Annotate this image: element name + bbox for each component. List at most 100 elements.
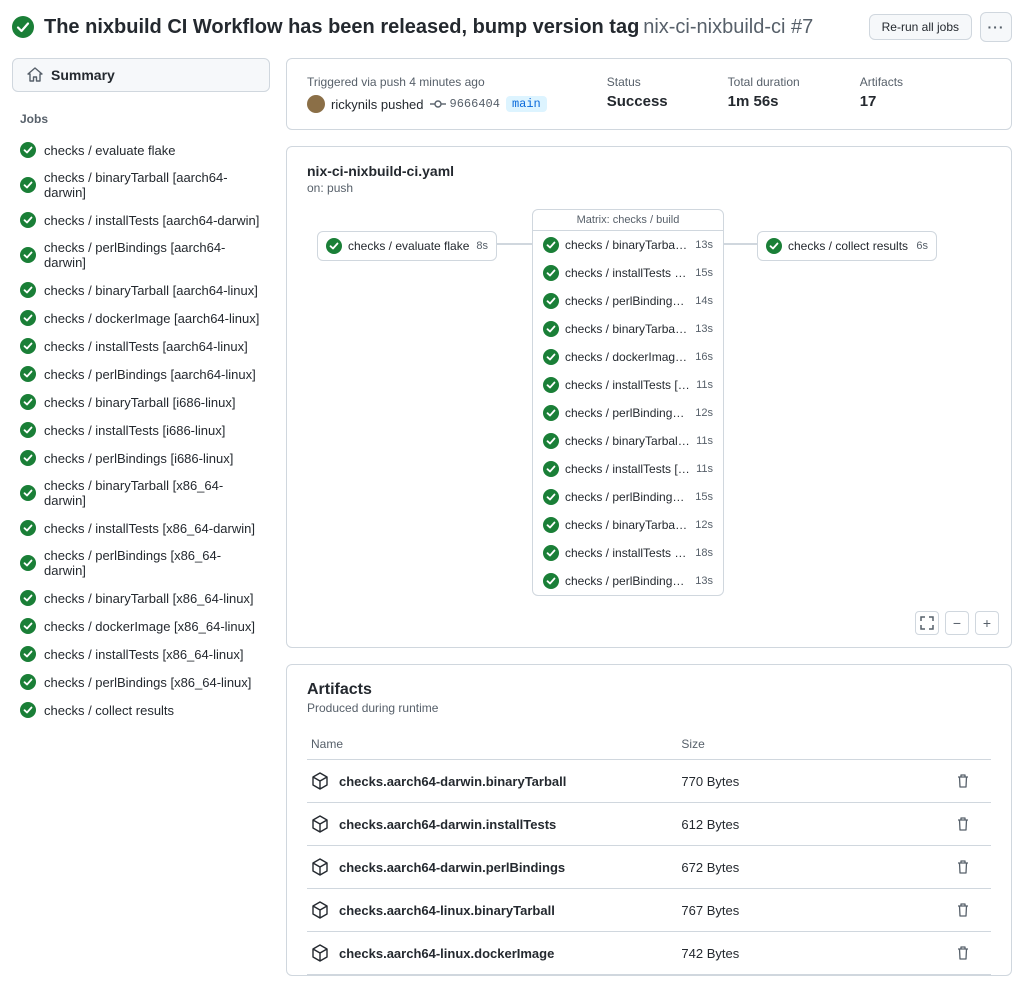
delete-artifact-button[interactable] — [955, 902, 987, 918]
success-icon — [20, 142, 36, 158]
matrix-job-time: 18s — [695, 547, 713, 559]
artifact-link[interactable]: checks.aarch64-linux.binaryTarball — [311, 901, 673, 919]
matrix-job-row[interactable]: checks / installTests [x86_6…18s — [533, 539, 723, 567]
sidebar-job-item[interactable]: checks / perlBindings [x86_64-linux] — [12, 668, 270, 696]
artifact-name: checks.aarch64-linux.dockerImage — [339, 946, 554, 961]
zoom-in-button[interactable]: + — [975, 611, 999, 635]
delete-artifact-button[interactable] — [955, 859, 987, 875]
sidebar-job-item[interactable]: checks / binaryTarball [i686-linux] — [12, 388, 270, 416]
matrix-job-row[interactable]: checks / perlBindings [i686-…15s — [533, 483, 723, 511]
commit-link[interactable]: 9666404 — [430, 96, 500, 112]
delete-artifact-button[interactable] — [955, 816, 987, 832]
artifact-link[interactable]: checks.aarch64-darwin.perlBindings — [311, 858, 673, 876]
job-label: checks / evaluate flake — [44, 143, 176, 158]
job-label: checks / installTests [aarch64-linux] — [44, 339, 248, 354]
sidebar-job-item[interactable]: checks / installTests [i686-linux] — [12, 416, 270, 444]
workflow-trigger: on: push — [307, 181, 991, 195]
trash-icon — [955, 816, 971, 832]
success-icon — [543, 545, 559, 561]
success-icon — [20, 618, 36, 634]
matrix-job-time: 14s — [695, 295, 713, 307]
package-icon — [311, 815, 329, 833]
success-icon — [543, 461, 559, 477]
sidebar-job-item[interactable]: checks / evaluate flake — [12, 136, 270, 164]
matrix-job-row[interactable]: checks / perlBindings [x86_…13s — [533, 567, 723, 595]
matrix-job-row[interactable]: checks / binaryTarball [x86…12s — [533, 511, 723, 539]
sidebar-job-item[interactable]: checks / installTests [x86_64-linux] — [12, 640, 270, 668]
success-icon — [20, 212, 36, 228]
sidebar-job-item[interactable]: checks / installTests [aarch64-darwin] — [12, 206, 270, 234]
sidebar-job-item[interactable]: checks / binaryTarball [x86_64-linux] — [12, 584, 270, 612]
job-label: checks / binaryTarball [aarch64-darwin] — [44, 170, 262, 200]
job-label: checks / installTests [aarch64-darwin] — [44, 213, 259, 228]
sidebar-job-item[interactable]: checks / binaryTarball [aarch64-linux] — [12, 276, 270, 304]
success-icon — [20, 520, 36, 536]
matrix-job-time: 11s — [696, 379, 713, 391]
branch-tag[interactable]: main — [506, 96, 547, 112]
summary-label: Summary — [51, 67, 115, 83]
sidebar-job-item[interactable]: checks / binaryTarball [aarch64-darwin] — [12, 164, 270, 206]
page-title: The nixbuild CI Workflow has been releas… — [44, 16, 639, 38]
more-options-button[interactable]: ··· — [980, 12, 1012, 42]
sidebar-job-item[interactable]: checks / dockerImage [aarch64-linux] — [12, 304, 270, 332]
commit-icon — [430, 96, 446, 112]
artifact-link[interactable]: checks.aarch64-darwin.binaryTarball — [311, 772, 673, 790]
name-column-header: Name — [307, 729, 677, 760]
run-meta-card: Triggered via push 4 minutes ago rickyni… — [286, 58, 1012, 130]
artifact-name: checks.aarch64-darwin.perlBindings — [339, 860, 565, 875]
sidebar-job-item[interactable]: checks / perlBindings [i686-linux] — [12, 444, 270, 472]
artifact-name: checks.aarch64-linux.binaryTarball — [339, 903, 555, 918]
sidebar-job-item[interactable]: checks / binaryTarball [x86_64-darwin] — [12, 472, 270, 514]
artifact-size: 770 Bytes — [677, 760, 951, 803]
matrix-job-row[interactable]: checks / binaryTarball [i686…11s — [533, 427, 723, 455]
status-label: Status — [607, 75, 668, 89]
graph-node-collect[interactable]: checks / collect results 6s — [757, 231, 937, 261]
matrix-job-time: 11s — [696, 435, 713, 447]
fullscreen-icon — [919, 615, 935, 631]
delete-artifact-button[interactable] — [955, 945, 987, 961]
artifact-link[interactable]: checks.aarch64-darwin.installTests — [311, 815, 673, 833]
kebab-icon: ··· — [988, 19, 1005, 35]
package-icon — [311, 858, 329, 876]
matrix-job-time: 15s — [695, 491, 713, 503]
sidebar-job-item[interactable]: checks / installTests [aarch64-linux] — [12, 332, 270, 360]
artifacts-count[interactable]: 17 — [860, 93, 903, 110]
sidebar-job-item[interactable]: checks / perlBindings [aarch64-darwin] — [12, 234, 270, 276]
job-label: checks / collect results — [44, 703, 174, 718]
success-icon — [20, 590, 36, 606]
artifact-link[interactable]: checks.aarch64-linux.dockerImage — [311, 944, 673, 962]
artifact-size: 672 Bytes — [677, 846, 951, 889]
graph-node-evaluate[interactable]: checks / evaluate flake 8s — [317, 231, 497, 261]
summary-tab[interactable]: Summary — [12, 58, 270, 92]
job-label: checks / perlBindings [x86_64-linux] — [44, 675, 251, 690]
matrix-job-time: 13s — [695, 323, 713, 335]
zoom-out-button[interactable]: − — [945, 611, 969, 635]
job-label: checks / installTests [x86_64-darwin] — [44, 521, 255, 536]
matrix-job-row[interactable]: checks / installTests [aarch… 11s — [533, 371, 723, 399]
matrix-job-row[interactable]: checks / perlBindings [aarc…12s — [533, 399, 723, 427]
job-label: checks / perlBindings [i686-linux] — [44, 451, 233, 466]
matrix-job-row[interactable]: checks / installTests [i686-li…11s — [533, 455, 723, 483]
matrix-job-row[interactable]: checks / binaryTarball [aarc…13s — [533, 231, 723, 259]
matrix-job-label: checks / installTests [aarch… — [565, 378, 690, 392]
sidebar-job-item[interactable]: checks / perlBindings [x86_64-darwin] — [12, 542, 270, 584]
matrix-job-row[interactable]: checks / installTests [aarch…15s — [533, 259, 723, 287]
matrix-job-row[interactable]: checks / perlBindings [aarc…14s — [533, 287, 723, 315]
delete-artifact-button[interactable] — [955, 773, 987, 789]
fullscreen-button[interactable] — [915, 611, 939, 635]
success-icon — [543, 405, 559, 421]
avatar[interactable] — [307, 95, 325, 113]
matrix-job-row[interactable]: checks / dockerImage [aarc…16s — [533, 343, 723, 371]
success-icon — [20, 485, 36, 501]
rerun-all-button[interactable]: Re-run all jobs — [869, 14, 972, 40]
sidebar-job-item[interactable]: checks / perlBindings [aarch64-linux] — [12, 360, 270, 388]
sidebar-job-item[interactable]: checks / collect results — [12, 696, 270, 724]
trigger-text: Triggered via push 4 minutes ago — [307, 75, 547, 89]
success-icon — [20, 338, 36, 354]
graph-connector — [722, 243, 760, 245]
sidebar-job-item[interactable]: checks / installTests [x86_64-darwin] — [12, 514, 270, 542]
actor-name[interactable]: rickynils — [331, 97, 377, 112]
success-icon — [20, 177, 36, 193]
matrix-job-row[interactable]: checks / binaryTarball [aarc…13s — [533, 315, 723, 343]
sidebar-job-item[interactable]: checks / dockerImage [x86_64-linux] — [12, 612, 270, 640]
